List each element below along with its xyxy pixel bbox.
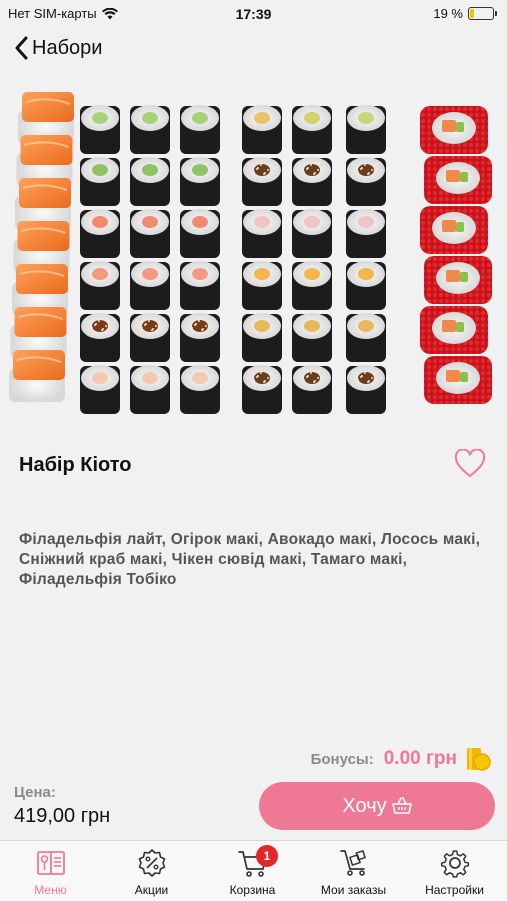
heart-outline-icon[interactable] <box>454 449 486 479</box>
product-description: Філадельфія лайт, Огірок макі, Авокадо м… <box>19 531 481 588</box>
battery-tip <box>495 11 497 16</box>
tab-menu-label: Меню <box>34 883 67 897</box>
basket-icon <box>391 797 412 814</box>
discount-icon <box>138 849 165 877</box>
battery-indicator: 19 % <box>433 6 497 21</box>
tab-my-orders-label: Мои заказы <box>320 883 387 897</box>
tab-settings[interactable]: Настройки <box>404 841 505 901</box>
tab-my-orders[interactable]: Мои заказы <box>303 841 404 901</box>
clock: 17:39 <box>235 6 272 22</box>
product-title: Набір Кіото <box>19 454 132 476</box>
menu-book-icon <box>36 851 65 875</box>
bonus-label: Бонусы: <box>310 750 374 768</box>
status-bar: Нет SIM-карты 17:39 19 % <box>0 0 507 28</box>
chevron-left-icon <box>15 36 28 60</box>
gear-icon <box>440 850 469 878</box>
back-button[interactable]: Набори <box>14 36 102 60</box>
sushi-set-photo <box>9 92 492 414</box>
price-label: Цена: <box>14 784 56 801</box>
navigation-bar: Набори <box>0 32 507 72</box>
battery-percent: 19 % <box>433 6 463 21</box>
back-label: Набори <box>32 36 103 59</box>
bonus-row: Бонусы: 0.00 грн <box>311 745 493 773</box>
bonus-value: 0.00 грн <box>383 748 457 769</box>
tab-settings-label: Настройки <box>425 883 484 897</box>
order-button-label: Хочу <box>342 794 387 817</box>
tab-promotions-label: Акции <box>134 883 169 897</box>
tab-promotions[interactable]: Акции <box>101 841 202 901</box>
order-button[interactable]: Хочу <box>259 782 495 830</box>
tab-menu[interactable]: Меню <box>0 841 101 901</box>
coins-icon <box>467 748 491 771</box>
tab-cart[interactable]: Корзина <box>202 841 303 901</box>
tab-bar: Меню Акции Корзина Мои заказы Настройки <box>0 840 507 901</box>
tab-cart-label: Корзина <box>229 883 276 897</box>
battery-fill <box>470 9 474 18</box>
battery-icon <box>468 7 494 20</box>
price-value: 419,00 грн <box>14 805 111 827</box>
delivery-cart-icon <box>339 849 366 876</box>
cart-badge: 1 <box>256 845 278 867</box>
